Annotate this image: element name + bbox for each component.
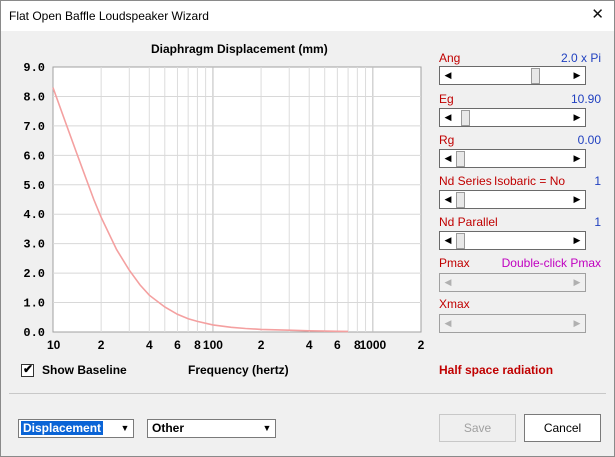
arrow-left-icon: ◀ [444,318,452,328]
ang-slider[interactable]: ◀ ▶ [439,66,586,85]
arrow-left-icon[interactable]: ◀ [440,67,456,84]
y-tick-label: 6.0 [23,149,45,163]
dialog-window: Flat Open Baffle Loudspeaker Wizard ✕ Di… [0,0,615,457]
pmax-slider: ◀ ▶ [439,273,586,292]
x-tick-label: 10 [47,338,61,352]
arrow-left-icon[interactable]: ◀ [440,232,456,249]
isobaric-label: Isobaric = No [494,174,566,188]
arrow-left-icon[interactable]: ◀ [440,150,456,167]
check-icon: ✔ [23,362,34,376]
displacement-chart: 0.01.02.03.04.05.06.07.08.09.010 2 4 6 8 100 2… [23,61,425,352]
y-tick-label: 4.0 [23,208,45,222]
x-tick-label: 100 [203,338,223,352]
x-tick-label: 2 [418,338,425,352]
eg-value: 10.90 [570,92,601,106]
slider-thumb[interactable] [456,151,465,167]
nd-series-slider[interactable]: ◀ ▶ [439,190,586,209]
x-axis-label: Frequency (hertz) [188,363,289,377]
xmax-slider: ◀ ▶ [439,314,586,333]
other-select-value: Other [152,421,185,435]
xmax-label: Xmax [439,297,470,311]
arrow-left-icon[interactable]: ◀ [440,109,456,126]
arrow-right-icon: ▶ [573,277,581,287]
y-tick-label: 8.0 [23,90,45,104]
arrow-left-icon: ◀ [444,277,452,287]
slider-thumb[interactable] [461,110,471,126]
arrow-right-icon[interactable]: ▶ [569,150,585,167]
arrow-left-icon[interactable]: ◀ [440,191,456,208]
arrow-right-icon: ▶ [573,318,581,328]
x-tick-label: 4 [146,338,153,352]
close-icon[interactable]: ✕ [591,5,604,23]
rg-slider[interactable]: ◀ ▶ [439,149,586,168]
chevron-down-icon[interactable]: ▼ [118,421,132,436]
arrow-right-icon[interactable]: ▶ [569,191,585,208]
nd-parallel-slider[interactable]: ◀ ▶ [439,231,586,250]
slider-thumb[interactable] [530,68,540,84]
x-tick-label: 2 [98,338,105,352]
show-baseline-label: Show Baseline [42,363,127,377]
rg-label: Rg [439,133,455,147]
eg-label: Eg [439,92,454,106]
x-tick-label: 6 [174,338,181,352]
x-tick-label: 1000 [360,338,387,352]
ang-label: Ang [439,51,461,65]
x-tick-label: 2 [258,338,265,352]
arrow-right-icon[interactable]: ▶ [569,232,585,249]
dialog-client: Diaphragm Displacement (mm) 0.0 1.0 2.0 3.0… [1,31,614,456]
window-title: Flat Open Baffle Loudspeaker Wizard [9,9,209,23]
y-tick-label: 0.0 [23,326,45,340]
pmax-label: Pmax [439,256,470,270]
nd-parallel-value: 1 [594,215,601,229]
y-tick-label: 1.0 [23,297,45,311]
nd-series-label: Nd Series [439,174,492,188]
checkbox-box[interactable]: ✔ [21,362,34,377]
slider-thumb[interactable] [456,233,465,249]
cancel-button[interactable]: Cancel [524,414,601,442]
footer-divider [9,393,606,394]
y-tick-label: 7.0 [23,120,45,134]
y-tick-label: 5.0 [23,179,45,193]
x-tick-label: 4 [306,338,313,352]
ang-value: 2.0 x Pi [560,51,601,65]
nd-parallel-label: Nd Parallel [439,215,498,229]
save-button[interactable]: Save [439,414,516,442]
eg-slider[interactable]: ◀ ▶ [439,108,586,127]
slider-thumb[interactable] [456,192,465,208]
nd-series-value: 1 [594,174,601,188]
rg-value: 0.00 [577,133,601,147]
x-tick-label: 6 [334,338,341,352]
radiation-status: Half space radiation [439,363,554,377]
pmax-value[interactable]: Double-click Pmax [502,256,601,270]
arrow-right-icon[interactable]: ▶ [569,67,585,84]
plot-type-value: Displacement [19,420,105,436]
y-tick-label: 2.0 [23,267,45,281]
chevron-down-icon[interactable]: ▼ [260,421,274,436]
plot-type-select[interactable]: Displacement ▼ [18,419,134,438]
x-tick-label: 8 [194,338,201,352]
y-tick-label: 3.0 [23,238,45,252]
other-select[interactable]: Other ▼ [147,419,276,438]
title-bar: Flat Open Baffle Loudspeaker Wizard ✕ [1,1,614,31]
y-tick-label: 9.0 [23,61,45,75]
arrow-right-icon[interactable]: ▶ [569,109,585,126]
